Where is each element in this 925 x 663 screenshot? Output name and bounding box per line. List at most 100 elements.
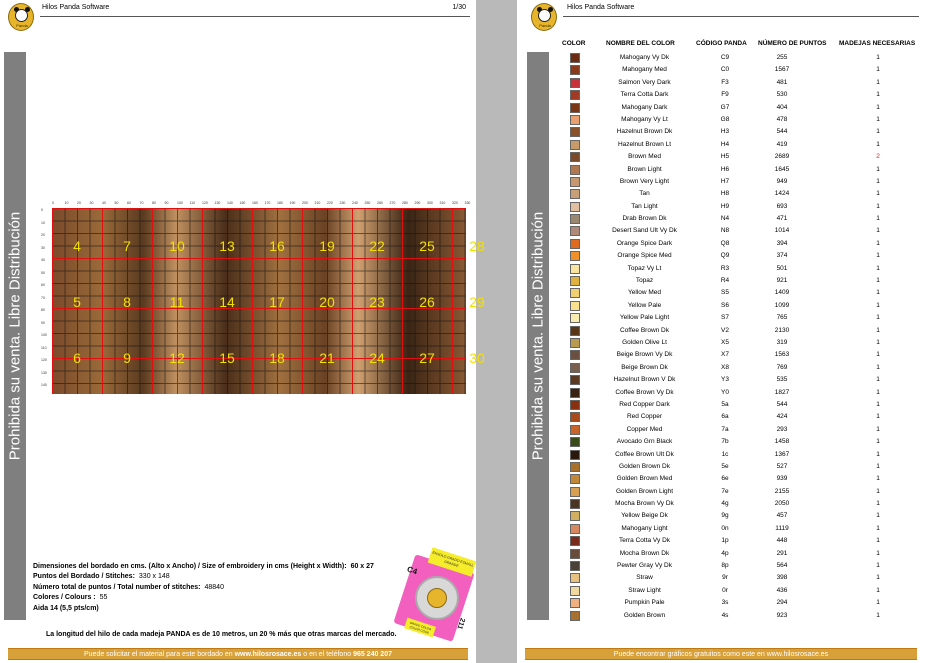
skeins-needed: 1	[876, 264, 880, 272]
skeins-needed: 1	[876, 202, 880, 210]
color-name: Golden Brown Light	[615, 487, 674, 495]
stitch-count: 471	[776, 215, 788, 223]
panda-code: 8p	[721, 562, 729, 570]
color-name: Mocha Brown Vy Dk	[615, 500, 674, 508]
ruler-tick-label: 140	[227, 201, 233, 205]
color-swatch	[570, 523, 580, 534]
panda-code: H5	[720, 153, 730, 161]
stitch-count: 921	[776, 277, 788, 285]
stitch-count: 2130	[774, 326, 790, 334]
color-swatch	[570, 300, 580, 311]
table-row: Red Copper 6a 424 1	[517, 411, 925, 423]
ruler-tick-label: 330	[464, 201, 471, 205]
ruler-left: 0 10 20 30 40 50 60 70 80 90 100 110 120 130 140	[40, 208, 52, 394]
color-swatch	[570, 102, 580, 113]
panda-code: S7	[721, 314, 729, 322]
skeins-needed: 1	[876, 301, 880, 309]
color-name: Tan	[639, 190, 650, 198]
ruler-tick-label: 230	[339, 201, 346, 205]
table-row: Mocha Brown Dk 4p 291 1	[517, 548, 925, 560]
skeins-needed: 1	[876, 239, 880, 247]
skeins-needed: 1	[876, 376, 880, 384]
color-swatch	[570, 561, 580, 572]
total-stitches-row: Número total de puntos / Total number of…	[33, 583, 224, 591]
panda-code: H7	[720, 177, 730, 185]
skeins-needed: 1	[876, 450, 880, 458]
stitch-count: 293	[776, 425, 788, 433]
color-swatch	[570, 412, 580, 423]
skeins-needed: 1	[876, 277, 880, 285]
color-name: Golden Brown	[623, 611, 666, 619]
color-name: Pewter Gray Vy Dk	[616, 562, 673, 570]
col-header-name: NOMBRE DEL COLOR	[606, 40, 675, 47]
left-page: Panda Hilos Panda Software 1/30 Prohibid…	[0, 0, 485, 663]
stitch-count: 1563	[774, 351, 790, 359]
pattern-page-number: 23	[369, 294, 385, 310]
pattern-image: 4 7 10 13 16 19 22 25 28 5 8 11 14 17 20 23 26 29 6 9 12 15 18…	[52, 208, 485, 394]
panda-code: H8	[720, 190, 730, 198]
skeins-needed: 1	[876, 128, 880, 136]
skeins-needed: 1	[876, 400, 880, 408]
panda-code: 5e	[721, 462, 729, 470]
color-name: Coffee Brown Ult Dk	[615, 450, 674, 458]
color-swatch	[570, 176, 580, 187]
ruler-tick-label: 290	[414, 201, 421, 205]
pattern-page-number: 9	[123, 350, 131, 366]
stitch-count: 939	[776, 475, 788, 483]
pattern-page-number: 30	[469, 350, 485, 366]
table-row: Brown Med H5 2689 2	[517, 151, 925, 163]
color-name: Beige Brown Dk	[621, 363, 668, 371]
table-row: Beige Brown Vy Dk X7 1563 1	[517, 349, 925, 361]
color-swatch	[570, 251, 580, 262]
table-row: Beige Brown Dk X8 769 1	[517, 362, 925, 374]
panda-code: X5	[721, 338, 729, 346]
panda-code: 1p	[721, 537, 729, 545]
skeins-needed: 1	[876, 289, 880, 297]
table-row: Orange Spice Med Q9 374 1	[517, 250, 925, 262]
skeins-needed: 1	[876, 190, 880, 198]
skeins-needed: 1	[876, 91, 880, 99]
panda-code: S5	[721, 289, 729, 297]
pattern-page-number: 21	[319, 350, 335, 366]
color-name: Desert Sand Ult Vy Dk	[612, 227, 677, 235]
table-row: Pewter Gray Vy Dk 8p 564 1	[517, 560, 925, 572]
stitch-count: 2155	[774, 487, 790, 495]
table-row: Coffee Brown Ult Dk 1c 1367 1	[517, 449, 925, 461]
panda-code: Q9	[720, 252, 730, 260]
panda-code: C0	[720, 66, 730, 74]
color-name: Pumpkin Pale	[624, 599, 665, 607]
panda-code: G8	[720, 115, 730, 123]
stitch-count: 419	[776, 140, 788, 148]
skeins-needed: 1	[876, 351, 880, 359]
footer-link[interactable]: www.hilosrosace.es	[235, 651, 302, 658]
panda-code: 9g	[721, 512, 729, 520]
stitch-count: 765	[776, 314, 788, 322]
color-name: Beige Brown Vy Dk	[616, 351, 673, 359]
table-row: Golden Brown Light 7e 2155 1	[517, 486, 925, 498]
color-swatch	[570, 424, 580, 435]
pattern-page-number: 5	[73, 294, 81, 310]
color-table: Mahogany Vy Dk C9 255 1 Mahogany Med C0 1567 1 S…	[517, 52, 925, 622]
stitch-count: 1367	[774, 450, 790, 458]
table-row: Topaz Vy Lt R3 501 1	[517, 263, 925, 275]
ruler-tick-label: 310	[439, 201, 446, 205]
skeins-needed: 1	[876, 562, 880, 570]
ruler-tick-label: 20	[77, 201, 81, 205]
color-name: Brown Light	[627, 165, 662, 173]
table-row: Brown Very Light H7 949 1	[517, 176, 925, 188]
pattern-page-number: 29	[469, 294, 485, 310]
skeins-needed: 1	[876, 586, 880, 594]
panda-code: 7e	[721, 487, 729, 495]
color-swatch	[570, 399, 580, 410]
table-row: Hazelnut Brown Dk H3 544 1	[517, 126, 925, 138]
panda-code: H6	[720, 165, 730, 173]
panda-code: 0r	[722, 586, 728, 594]
color-name: Hazelnut Brown V Dk	[613, 376, 676, 384]
pattern-page-number: 11	[169, 294, 185, 310]
ruler-tick-label: 90	[164, 201, 169, 205]
ruler-tick-label: 10	[64, 201, 69, 205]
stitch-count: 693	[776, 202, 788, 210]
stitch-count: 1424	[774, 190, 790, 198]
dimensions-row: Dimensiones del bordado en cms. (Alto x …	[33, 563, 374, 570]
col-header-points: NÚMERO DE PUNTOS	[758, 40, 827, 47]
